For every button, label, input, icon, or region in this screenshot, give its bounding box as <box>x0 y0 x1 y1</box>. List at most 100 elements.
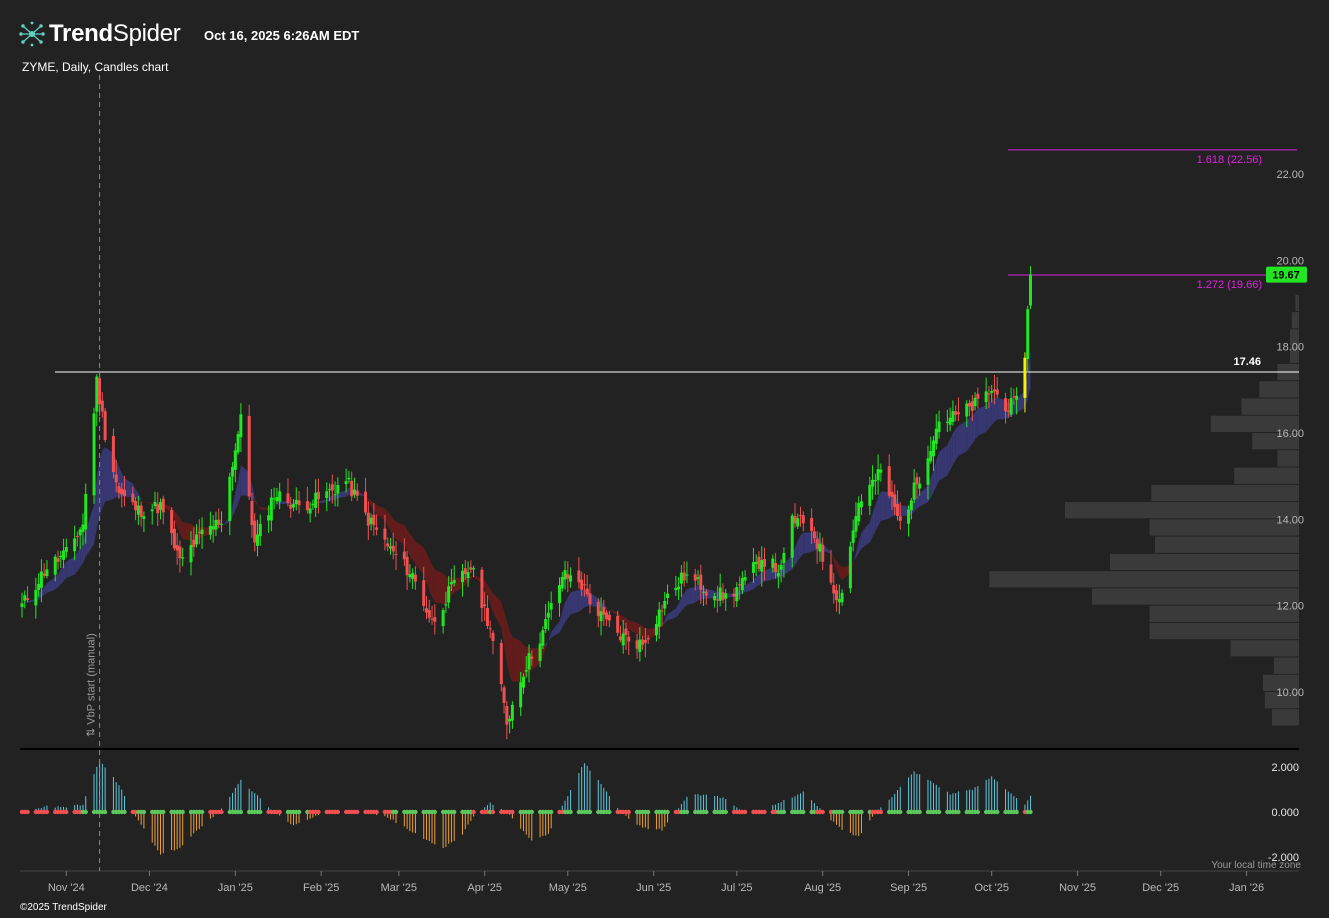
candle-body <box>508 718 512 722</box>
ma-band-segment <box>232 493 236 517</box>
ma-band-segment <box>567 592 571 619</box>
candle-body <box>178 546 182 559</box>
candle-body <box>253 520 257 543</box>
candle-body <box>544 619 548 629</box>
candle-body <box>956 412 960 415</box>
ma-band-segment <box>609 610 618 616</box>
vbp-start-label: ⇅ VbP start (manual) <box>86 633 98 737</box>
volume-profile-bar <box>1241 398 1299 415</box>
candle-body <box>189 545 193 563</box>
oscillator-zero-dot <box>180 809 185 815</box>
candle-body <box>103 411 107 440</box>
candle-body <box>887 466 891 496</box>
candle-body <box>934 428 938 444</box>
ma-band-segment <box>177 514 180 534</box>
price-chart[interactable]: 17.46 1.618 (22.56) 1.272 (19.66) 10.00 12… <box>0 0 1329 918</box>
candle-body <box>117 486 121 493</box>
candle-body <box>330 484 334 491</box>
candle-body <box>344 481 348 485</box>
candle-body <box>521 676 525 688</box>
price-tick-label: 20.00 <box>1276 255 1304 267</box>
candle-body <box>549 603 553 610</box>
candle-body <box>64 547 68 552</box>
oscillator-zero-dot <box>316 809 321 815</box>
candle-body <box>616 615 620 633</box>
horizontal-level-label: 17.46 <box>1233 356 1261 368</box>
candle-body <box>84 493 88 530</box>
candle-body <box>120 488 124 495</box>
candle-body <box>596 601 600 617</box>
oscillator-zero-dot <box>995 809 1000 815</box>
ma-band-segment <box>60 565 64 585</box>
candle-body <box>469 567 473 570</box>
candle-body <box>136 505 140 515</box>
candle-body <box>134 500 138 511</box>
volume-profile-bar <box>1230 640 1299 657</box>
candle-body <box>580 579 584 590</box>
candle-body <box>336 484 340 494</box>
oscillator-zero-dot <box>471 809 476 815</box>
volume-profile-bar <box>1092 588 1299 605</box>
ma-band-segment <box>853 552 856 564</box>
oscillator-zero-dot <box>548 809 554 815</box>
candle-body <box>75 536 79 538</box>
oscillator-zero-dot <box>277 809 282 815</box>
candle-body <box>472 568 476 570</box>
candle-body <box>582 584 586 586</box>
candle-body <box>835 590 839 601</box>
oscillator-zero-dot <box>859 809 864 815</box>
candle-body <box>425 608 429 613</box>
candle-body <box>461 570 465 583</box>
ma-band-segment <box>930 469 934 498</box>
ma-band-segment <box>182 521 192 541</box>
candle-body <box>760 560 764 572</box>
candle-body <box>948 417 952 425</box>
ma-band-segment <box>409 533 413 560</box>
candle-body <box>347 477 351 480</box>
oscillator-zero-dot <box>587 809 593 815</box>
oscillator-zero-dot <box>238 809 244 815</box>
candle-body <box>871 479 875 487</box>
candle-body <box>968 402 972 407</box>
candle-body <box>566 574 570 579</box>
oscillator-zero-dot <box>781 809 787 815</box>
candle-body <box>258 523 262 537</box>
candle-body <box>793 516 797 524</box>
candle-body <box>139 505 143 518</box>
candle-body <box>799 515 803 517</box>
time-tick-label: Jan '25 <box>218 882 253 894</box>
ma-band-segment <box>260 506 269 511</box>
ma-band-segment <box>919 485 928 507</box>
fibonacci-levels: 1.618 (22.56) 1.272 (19.66) <box>1008 149 1297 291</box>
candle-body <box>912 482 916 500</box>
ma-band-segment <box>254 496 258 506</box>
candle-body <box>837 599 841 603</box>
ma-band-segment <box>46 577 56 593</box>
candle-body <box>992 389 996 392</box>
oscillator-zero-dot <box>898 809 903 815</box>
candle-body <box>236 434 240 453</box>
candle-body <box>796 518 800 527</box>
fib-level-label: 1.272 (19.66) <box>1197 279 1262 291</box>
candle-body <box>909 500 913 511</box>
candle-body <box>197 531 201 533</box>
candle-body <box>840 592 844 603</box>
candle-body <box>743 577 747 581</box>
ma-band-segment <box>257 505 261 510</box>
time-tick-label: Jan '26 <box>1229 882 1264 894</box>
candle-body <box>405 556 409 576</box>
candle-body <box>355 490 359 496</box>
price-tick-label: 16.00 <box>1276 428 1304 440</box>
ma-band-segment <box>44 583 47 596</box>
candle-body <box>984 391 988 403</box>
ma-band-segment <box>548 631 552 641</box>
candle-body <box>95 376 99 412</box>
candle-body <box>677 586 681 590</box>
ma-band-segment <box>794 540 798 566</box>
ma-band-segment <box>958 420 967 457</box>
candle-body <box>605 612 609 620</box>
ma-band-segment <box>390 515 394 536</box>
candle-body <box>100 400 104 412</box>
candle-body <box>239 414 243 438</box>
price-tick-label: 10.00 <box>1276 687 1304 699</box>
